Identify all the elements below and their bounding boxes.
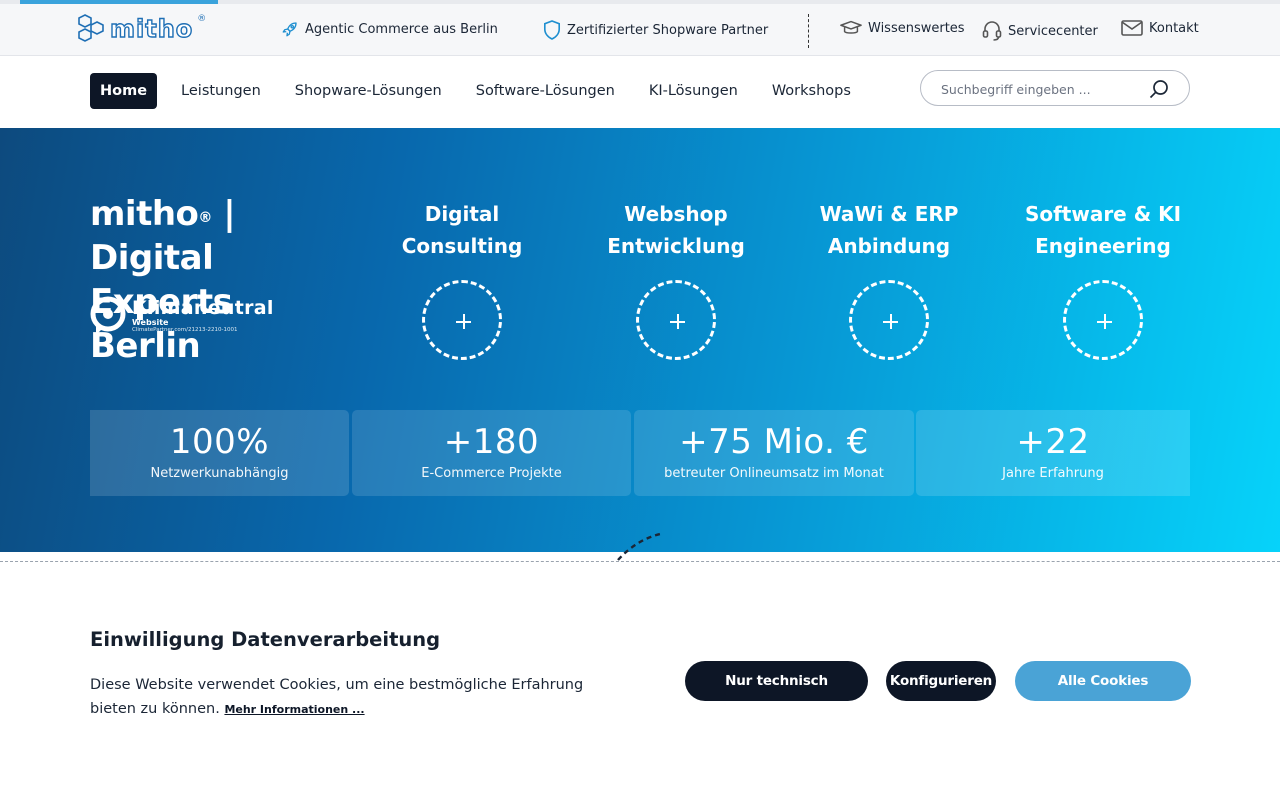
- service-title-line1: Digital: [424, 202, 500, 226]
- stat-label: E-Commerce Projekte: [421, 466, 562, 481]
- service-title-line2: Entwicklung: [607, 234, 745, 258]
- topbar-divider: [808, 14, 809, 48]
- configure-cookies-button[interactable]: Konfigurieren: [886, 661, 996, 701]
- stat-value: +22: [1016, 422, 1090, 462]
- hero-title-registered: ®: [198, 210, 212, 226]
- graduation-cap-icon: [840, 20, 862, 34]
- plus-circle-icon[interactable]: [636, 280, 716, 360]
- usp-label: Zertifizierter Shopware Partner: [567, 22, 769, 38]
- service-title-line2: Engineering: [1035, 234, 1171, 258]
- stat-card-netzwerk: 100% Netzwerkunabhängig: [90, 410, 349, 496]
- service-webshop-entwicklung[interactable]: Webshop Entwicklung: [586, 198, 766, 360]
- climate-badge-sub: Website: [132, 318, 169, 327]
- nav-item-shopware-loesungen[interactable]: Shopware-Lösungen: [285, 73, 452, 109]
- stat-card-onlineumsatz: +75 Mio. € betreuter Onlineumsatz im Mon…: [634, 410, 914, 496]
- service-wawi-erp-anbindung[interactable]: WaWi & ERP Anbindung: [799, 198, 979, 360]
- nav-item-ki-loesungen[interactable]: KI-Lösungen: [639, 73, 748, 109]
- headset-icon: [982, 21, 1002, 41]
- hero-section: mitho® | Digital Experts Berlin Klimaneu…: [0, 128, 1280, 552]
- nav-item-leistungen[interactable]: Leistungen: [171, 73, 271, 109]
- cookie-description: Diese Website verwendet Cookies, um eine…: [90, 673, 630, 722]
- necessary-cookies-button[interactable]: Nur technisch notwendige: [685, 661, 868, 729]
- topnav-kontakt[interactable]: Kontakt: [1121, 20, 1199, 36]
- climate-badge-id: ClimatePartner.com/21213-2210-1001: [132, 327, 238, 333]
- section-divider: [0, 561, 1280, 562]
- service-digital-consulting[interactable]: Digital Consulting: [372, 198, 552, 360]
- nav-item-home[interactable]: Home: [90, 73, 158, 109]
- search-icon[interactable]: [1149, 79, 1169, 99]
- more-information-link[interactable]: Mehr Informationen ...: [224, 703, 364, 716]
- climate-badge-text: Klimaneutral Website ClimatePartner.com/…: [132, 298, 274, 334]
- stat-card-erfahrung: +22 Jahre Erfahrung: [916, 410, 1190, 496]
- climate-badge-main: Klimaneutral: [132, 297, 274, 319]
- usp-label: Agentic Commerce aus Berlin: [305, 21, 498, 37]
- stat-label: Netzwerkunabhängig: [150, 466, 289, 481]
- climate-partner-icon: [90, 296, 126, 335]
- service-title-line2: Consulting: [401, 234, 523, 258]
- stat-value: +180: [443, 422, 540, 462]
- rocket-icon: [282, 22, 297, 37]
- stat-value: +75 Mio. €: [679, 422, 869, 462]
- nav-item-workshops[interactable]: Workshops: [762, 73, 861, 109]
- search-input[interactable]: [941, 79, 1141, 99]
- topnav-label: Servicecenter: [1008, 23, 1098, 39]
- usp-shopware-partner: Zertifizierter Shopware Partner: [543, 20, 768, 40]
- hero-title-brand: mitho: [90, 194, 199, 234]
- logo-wordmark: mitho: [109, 15, 194, 43]
- usp-agentic-commerce: Agentic Commerce aus Berlin: [281, 20, 498, 38]
- service-title-line1: Software & KI: [1024, 202, 1182, 226]
- search-box: [920, 70, 1190, 106]
- service-title-line1: Webshop: [624, 202, 728, 226]
- stat-card-projekte: +180 E-Commerce Projekte: [352, 410, 631, 496]
- cookie-title: Einwilligung Datenverarbeitung: [90, 628, 441, 651]
- stat-label: Jahre Erfahrung: [1002, 466, 1104, 481]
- topnav-wissenswertes[interactable]: Wissenswertes: [840, 20, 965, 36]
- service-software-ki-engineering[interactable]: Software & KI Engineering: [1013, 198, 1193, 360]
- topnav-label: Wissenswertes: [868, 20, 965, 36]
- main-navigation: Home Leistungen Shopware-Lösungen Softwa…: [90, 73, 875, 109]
- hexagon-logo-icon: [78, 14, 104, 42]
- hero-title: mitho® | Digital Experts Berlin: [90, 192, 350, 368]
- nav-item-software-loesungen[interactable]: Software-Lösungen: [466, 73, 625, 109]
- topnav-servicecenter[interactable]: Servicecenter: [982, 20, 1098, 42]
- loading-spinner-icon: [617, 532, 661, 561]
- stat-value: 100%: [169, 422, 270, 462]
- service-title-line2: Anbindung: [827, 234, 951, 258]
- top-bar: mitho ® Agentic Commerce aus Berlin Zert…: [0, 4, 1280, 56]
- stat-label: betreuter Onlineumsatz im Monat: [664, 466, 884, 481]
- logo-registered-mark: ®: [197, 14, 207, 24]
- service-title-line1: WaWi & ERP: [819, 202, 959, 226]
- mitho-logo[interactable]: mitho ®: [78, 14, 206, 44]
- plus-circle-icon[interactable]: [1063, 280, 1143, 360]
- climate-neutral-badge[interactable]: Klimaneutral Website ClimatePartner.com/…: [90, 296, 274, 336]
- plus-circle-icon[interactable]: [422, 280, 502, 360]
- plus-circle-icon[interactable]: [849, 280, 929, 360]
- shield-icon: [543, 20, 561, 40]
- accept-all-cookies-button[interactable]: Alle Cookies akzeptieren: [1015, 661, 1191, 729]
- envelope-icon: [1121, 20, 1143, 36]
- topnav-label: Kontakt: [1149, 20, 1199, 36]
